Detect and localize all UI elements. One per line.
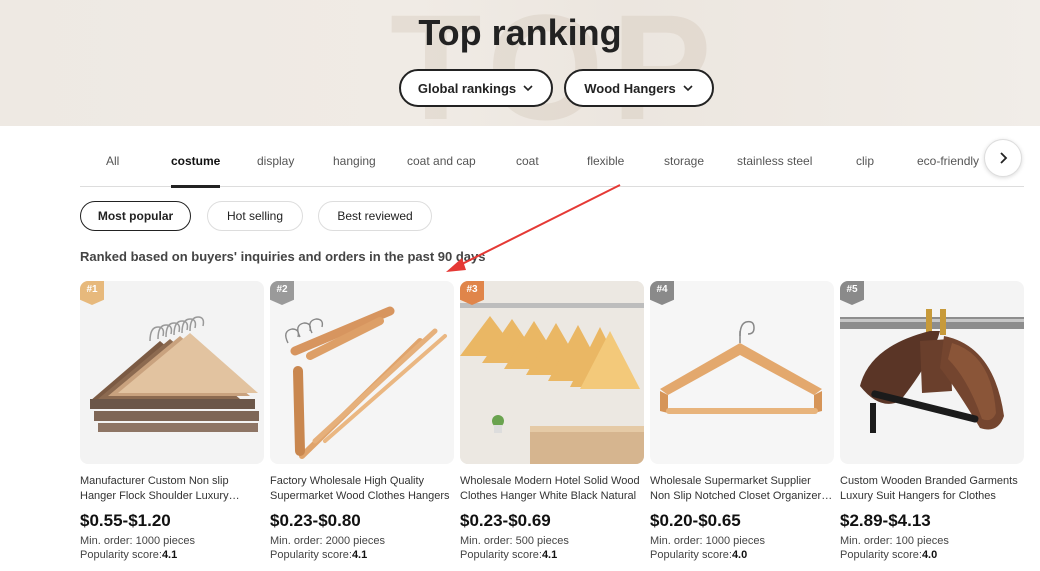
min-order: Min. order: 1000 pieces [80,535,195,547]
wood-hanger-image [90,316,259,432]
tabs-next-button[interactable] [984,139,1022,177]
filter-most-popular[interactable]: Most popular [80,201,191,231]
category-dropdown[interactable]: Wood Hangers [564,69,714,107]
product-title[interactable]: Wholesale Supermarket Supplier Non Slip … [650,474,834,504]
min-order: Min. order: 100 pieces [840,535,949,547]
product-card[interactable]: #2 Factory Wholesale High Quality Superm… [270,281,454,561]
popularity-value: 4.1 [351,549,368,561]
popularity-score: Popularity score:4.1 [460,549,644,561]
wood-hanger-image [660,320,822,414]
product-price: $0.55-$1.20 [80,511,171,530]
page-title: Top ranking [418,12,622,53]
popularity-score: Popularity score:4.0 [840,549,1024,561]
tab-stainless-steel[interactable]: stainless steel [737,135,812,187]
product-image[interactable]: #2 [270,281,454,464]
tab-eco-friendly[interactable]: eco-friendly [917,135,979,187]
min-order: Min. order: 500 pieces [460,535,569,547]
tab-flexible[interactable]: flexible [587,135,624,187]
tab-hanging[interactable]: hanging [333,135,376,187]
min-order: Min. order: 2000 pieces [270,535,385,547]
tab-storage[interactable]: storage [664,135,704,187]
product-card[interactable]: #3 Wholesale Modern Hotel Solid Wood Clo… [460,281,644,561]
product-title[interactable]: Wholesale Modern Hotel Solid Wood Clothe… [460,474,644,504]
popularity-label: Popularity score: [650,549,732,561]
tab-coat-and-cap[interactable]: coat and cap [407,135,476,187]
chevron-down-icon [683,85,693,92]
popularity-label: Popularity score: [80,549,162,561]
popularity-score: Popularity score:4.1 [80,549,264,561]
tab-display[interactable]: display [257,135,294,187]
global-rankings-label: Global rankings [417,80,517,96]
product-price: $2.89-$4.13 [840,511,931,530]
popularity-value: 4.1 [161,549,178,561]
wood-hanger-image [840,309,1024,433]
global-rankings-dropdown[interactable]: Global rankings [399,69,553,107]
popularity-score: Popularity score:4.0 [650,549,834,561]
product-price: $0.23-$0.80 [270,511,361,530]
popularity-label: Popularity score: [840,549,922,561]
wood-hanger-image [285,306,447,459]
product-card[interactable]: #5 Custom Wooden Branded Garments Luxury… [840,281,1024,561]
product-card[interactable]: #1 Manufacturer Custom Non slip Hanger F… [80,281,264,561]
wood-hanger-image [460,281,644,464]
product-title[interactable]: Factory Wholesale High Quality Supermark… [270,474,454,504]
filter-best-reviewed[interactable]: Best reviewed [318,201,432,231]
tab-clip[interactable]: clip [856,135,874,187]
popularity-label: Popularity score: [270,549,352,561]
popularity-score: Popularity score:4.1 [270,549,454,561]
product-title[interactable]: Custom Wooden Branded Garments Luxury Su… [840,474,1024,504]
product-price: $0.23-$0.69 [460,511,551,530]
product-image[interactable]: #1 [80,281,264,464]
product-image[interactable]: #4 [650,281,834,464]
min-order: Min. order: 1000 pieces [650,535,765,547]
tab-coat[interactable]: coat [516,135,539,187]
tab-all[interactable]: All [106,135,119,187]
product-title[interactable]: Manufacturer Custom Non slip Hanger Floc… [80,474,264,504]
product-image[interactable]: #3 [460,281,644,464]
product-card[interactable]: #4 Wholesale Supermarket Supplier Non Sl… [650,281,834,561]
popularity-value: 4.0 [731,549,748,561]
tab-costume[interactable]: costume [171,135,221,188]
filter-hot-selling[interactable]: Hot selling [207,201,303,231]
category-label: Wood Hangers [584,80,676,96]
product-image[interactable]: #5 [840,281,1024,464]
chevron-down-icon [523,85,533,92]
popularity-value: 4.0 [921,549,938,561]
ranking-subtitle: Ranked based on buyers' inquiries and or… [80,249,486,264]
category-tabs: All costume display hanging coat and cap… [80,135,1024,188]
popularity-label: Popularity score: [460,549,542,561]
popularity-value: 4.1 [541,549,558,561]
chevron-right-icon [1000,152,1008,164]
hero-banner: TOP Top ranking [0,0,1040,126]
product-price: $0.20-$0.65 [650,511,741,530]
